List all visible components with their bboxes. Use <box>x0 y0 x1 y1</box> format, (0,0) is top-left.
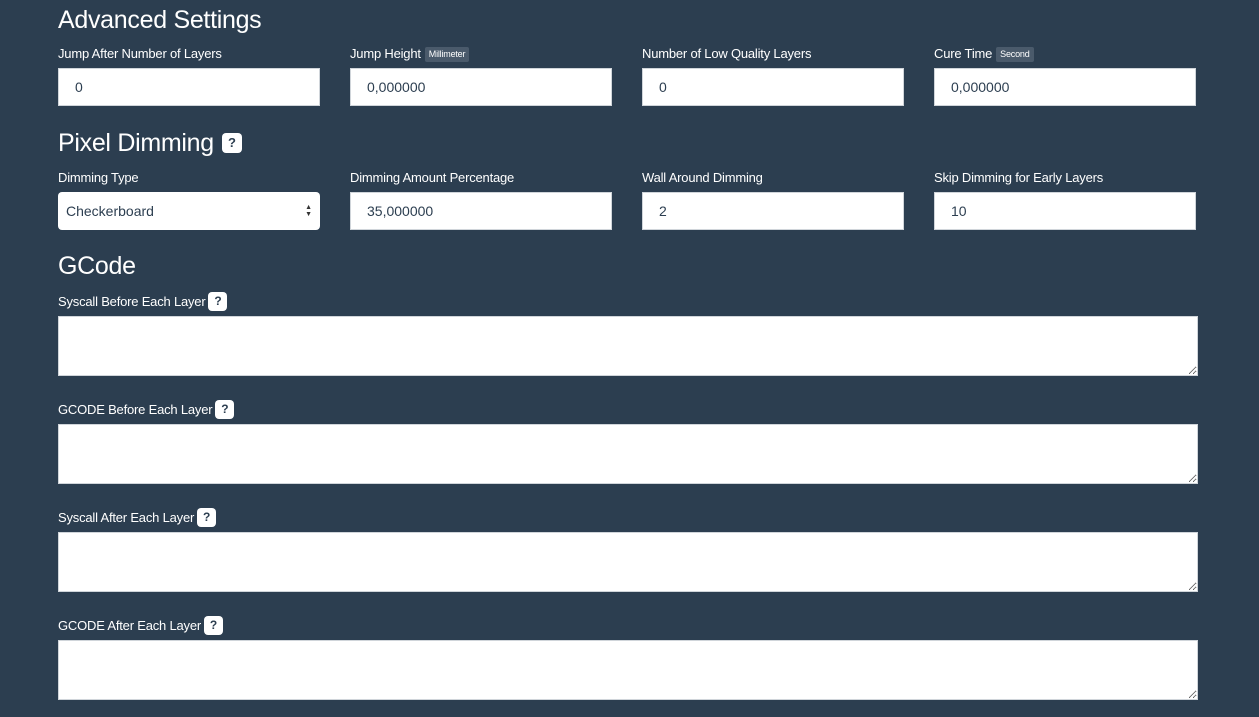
dimming-amount-field: Dimming Amount Percentage <box>350 170 612 230</box>
cure-time-label: Cure Time Second <box>934 46 1196 62</box>
gcode-before-layer-label: GCODE Before Each Layer ? <box>58 400 1198 419</box>
skip-dimming-label-text: Skip Dimming for Early Layers <box>934 170 1104 185</box>
pixel-dimming-row: Dimming Type Checkerboard ▲ ▼ Dimming Amo… <box>58 170 1198 230</box>
cure-time-label-text: Cure Time <box>934 46 993 61</box>
dimming-amount-label-text: Dimming Amount Percentage <box>350 170 515 185</box>
jump-after-layers-field: Jump After Number of Layers <box>58 46 320 106</box>
syscall-after-layer-textarea[interactable] <box>58 532 1198 592</box>
jump-after-layers-input[interactable] <box>58 68 320 106</box>
question-icon[interactable]: ? <box>221 133 242 153</box>
jump-height-unit-badge: Millimeter <box>424 46 470 62</box>
skip-dimming-field: Skip Dimming for Early Layers <box>934 170 1196 230</box>
jump-after-layers-label-text: Jump After Number of Layers <box>58 46 222 61</box>
question-icon[interactable]: ? <box>208 292 228 311</box>
jump-height-label-text: Jump Height <box>350 46 421 61</box>
gcode-before-layer-label-text: GCODE Before Each Layer <box>58 402 213 417</box>
low-quality-layers-label-text: Number of Low Quality Layers <box>642 46 812 61</box>
syscall-after-layer-label: Syscall After Each Layer ? <box>58 508 1198 527</box>
advanced-settings-title-text: Advanced Settings <box>58 6 262 34</box>
dimming-type-label-text: Dimming Type <box>58 170 139 185</box>
dimming-type-label: Dimming Type <box>58 170 320 186</box>
syscall-before-layer-label-text: Syscall Before Each Layer <box>58 294 206 309</box>
low-quality-layers-label: Number of Low Quality Layers <box>642 46 904 62</box>
gcode-before-layer-textarea[interactable] <box>58 424 1198 484</box>
question-icon[interactable]: ? <box>204 616 223 635</box>
skip-dimming-input[interactable] <box>934 192 1196 230</box>
gcode-title-text: GCode <box>58 252 136 280</box>
jump-height-field: Jump Height Millimeter <box>350 46 612 106</box>
cure-time-input[interactable] <box>934 68 1196 106</box>
gcode-before-layer-group: GCODE Before Each Layer ? <box>58 400 1198 484</box>
pixel-dimming-title: Pixel Dimming ? <box>58 128 242 158</box>
wall-around-dimming-label: Wall Around Dimming <box>642 170 904 186</box>
cure-time-unit-badge: Second <box>996 46 1034 62</box>
gcode-after-layer-label: GCODE After Each Layer ? <box>58 616 1198 635</box>
gcode-after-layer-label-text: GCODE After Each Layer <box>58 618 201 633</box>
syscall-after-layer-group: Syscall After Each Layer ? <box>58 508 1198 592</box>
wall-around-dimming-field: Wall Around Dimming <box>642 170 904 230</box>
jump-height-label: Jump Height Millimeter <box>350 46 612 62</box>
low-quality-layers-input[interactable] <box>642 68 904 106</box>
question-icon[interactable]: ? <box>197 508 217 527</box>
advanced-settings-title: Advanced Settings <box>58 5 262 35</box>
syscall-before-layer-textarea[interactable] <box>58 316 1198 376</box>
dimming-type-selected-value: Checkerboard <box>66 203 154 219</box>
syscall-after-layer-label-text: Syscall After Each Layer <box>58 510 195 525</box>
jump-after-layers-label: Jump After Number of Layers <box>58 46 320 62</box>
dimming-type-select[interactable]: Checkerboard ▲ ▼ <box>58 192 320 230</box>
syscall-before-layer-label: Syscall Before Each Layer ? <box>58 292 1198 311</box>
select-arrows-icon: ▲ ▼ <box>305 204 312 218</box>
syscall-before-layer-group: Syscall Before Each Layer ? <box>58 292 1198 376</box>
dimming-type-field: Dimming Type Checkerboard ▲ ▼ <box>58 170 320 230</box>
wall-around-dimming-input[interactable] <box>642 192 904 230</box>
question-icon[interactable]: ? <box>215 400 235 419</box>
jump-height-input[interactable] <box>350 68 612 106</box>
cure-time-field: Cure Time Second <box>934 46 1196 106</box>
low-quality-layers-field: Number of Low Quality Layers <box>642 46 904 106</box>
gcode-after-layer-textarea[interactable] <box>58 640 1198 700</box>
advanced-settings-row: Jump After Number of Layers Jump Height … <box>58 46 1198 106</box>
skip-dimming-label: Skip Dimming for Early Layers <box>934 170 1196 186</box>
gcode-after-layer-group: GCODE After Each Layer ? <box>58 616 1198 700</box>
dimming-amount-input[interactable] <box>350 192 612 230</box>
pixel-dimming-title-text: Pixel Dimming <box>58 129 214 157</box>
wall-around-dimming-label-text: Wall Around Dimming <box>642 170 763 185</box>
dimming-amount-label: Dimming Amount Percentage <box>350 170 612 186</box>
gcode-title: GCode <box>58 251 136 281</box>
